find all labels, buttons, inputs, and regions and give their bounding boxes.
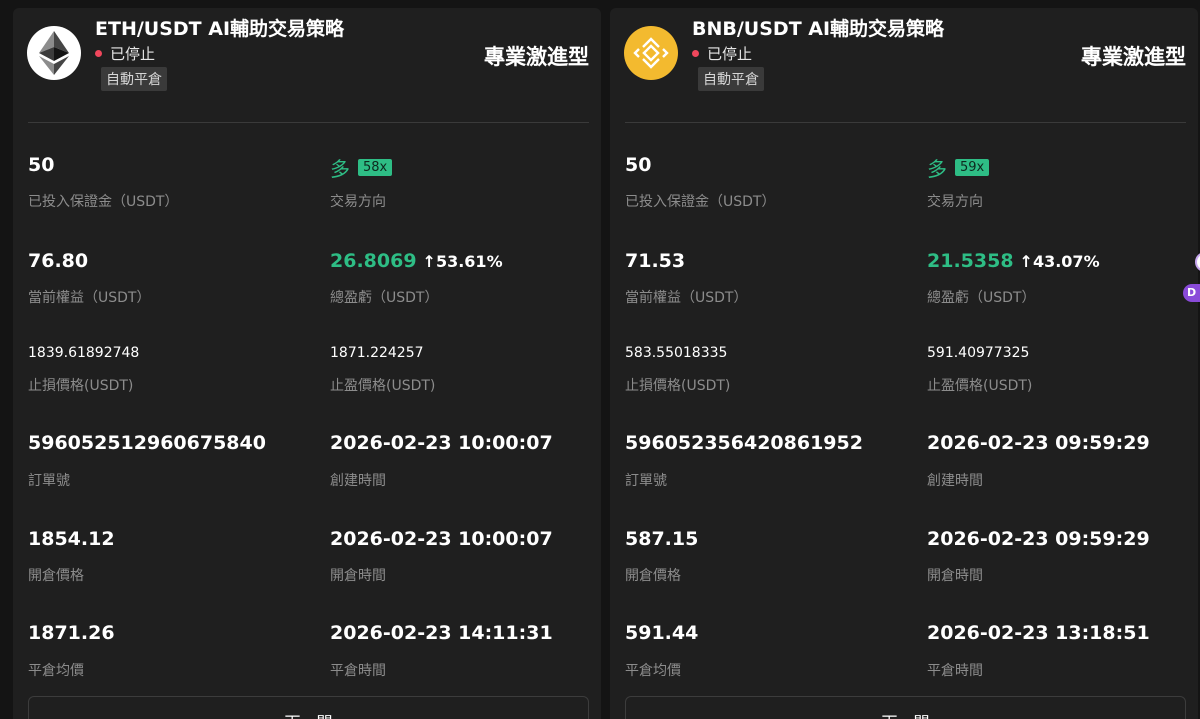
take-profit-label: 止盈價格(USDT) (927, 378, 1033, 394)
open-price-value: 587.15 (625, 528, 699, 550)
strategy-card-bnb[interactable]: BNB/USDT AI輔助交易策略 已停止 自動平倉 專業激進型 50 已投入保… (610, 8, 1198, 719)
take-profit-label: 止盈價格(USDT) (330, 378, 436, 394)
auto-close-tag: 自動平倉 (101, 67, 167, 91)
leverage-badge: 59x (955, 159, 990, 176)
equity-value: 76.80 (28, 250, 89, 272)
created-time-label: 創建時間 (330, 473, 386, 489)
direction-value: 多 (330, 157, 350, 181)
created-time-value: 2026-02-23 10:00:07 (330, 432, 553, 454)
page: ETH/USDT AI輔助交易策略 已停止 自動平倉 專業激進型 50 已投入保… (0, 0, 1200, 719)
direction-value: 多 (927, 157, 947, 181)
open-time-label: 開倉時間 (330, 568, 386, 584)
open-price-value: 1854.12 (28, 528, 115, 550)
status-text: 已停止 (707, 45, 753, 63)
created-time-value: 2026-02-23 09:59:29 (927, 432, 1150, 454)
open-price-label: 開倉價格 (28, 568, 84, 584)
margin-value: 50 (625, 154, 652, 176)
open-next-button[interactable]: 下一開 (625, 696, 1186, 719)
open-time-value: 2026-02-23 09:59:29 (927, 528, 1150, 550)
margin-label: 已投入保證金（USDT） (28, 194, 179, 210)
status-dot-icon (95, 50, 102, 57)
order-number-value: 596052356420861952 (625, 432, 863, 454)
close-price-value: 1871.26 (28, 622, 115, 644)
risk-profile: 專業激進型 (1081, 45, 1186, 69)
pnl-percent: ↑43.07% (1019, 252, 1100, 271)
ethereum-icon (27, 26, 81, 80)
floating-badge[interactable]: D (1183, 284, 1200, 302)
stop-loss-label: 止損價格(USDT) (625, 378, 731, 394)
equity-value: 71.53 (625, 250, 686, 272)
pnl-value: 21.5358 (927, 250, 1014, 272)
close-time-label: 平倉時間 (330, 663, 386, 679)
open-time-value: 2026-02-23 10:00:07 (330, 528, 553, 550)
pnl-value: 26.8069 (330, 250, 417, 272)
pnl-label: 總盈虧（USDT） (330, 290, 439, 306)
direction-label: 交易方向 (927, 194, 983, 210)
margin-value: 50 (28, 154, 55, 176)
leverage-badge: 58x (358, 159, 393, 176)
divider (28, 122, 589, 123)
pnl-label: 總盈虧（USDT） (927, 290, 1036, 306)
close-time-value: 2026-02-23 13:18:51 (927, 622, 1150, 644)
open-price-label: 開倉價格 (625, 568, 681, 584)
close-price-value: 591.44 (625, 622, 699, 644)
stop-loss-label: 止損價格(USDT) (28, 378, 134, 394)
direction-row: 多 58x (330, 153, 393, 182)
status-text: 已停止 (110, 45, 156, 63)
pnl-percent: ↑53.61% (422, 252, 503, 271)
stop-loss-value: 583.55018335 (625, 345, 728, 361)
equity-label: 當前權益（USDT） (625, 290, 748, 306)
strategy-card-eth[interactable]: ETH/USDT AI輔助交易策略 已停止 自動平倉 專業激進型 50 已投入保… (13, 8, 601, 719)
stop-loss-value: 1839.61892748 (28, 345, 140, 361)
direction-label: 交易方向 (330, 194, 386, 210)
order-number-label: 訂單號 (28, 473, 70, 489)
margin-label: 已投入保證金（USDT） (625, 194, 776, 210)
pnl-row: 26.8069 ↑53.61% (330, 250, 503, 272)
auto-close-tag: 自動平倉 (698, 67, 764, 91)
take-profit-value: 1871.224257 (330, 345, 424, 361)
take-profit-value: 591.40977325 (927, 345, 1030, 361)
card-title: BNB/USDT AI輔助交易策略 (692, 18, 945, 40)
pnl-row: 21.5358 ↑43.07% (927, 250, 1100, 272)
status-indicator: 已停止 (95, 43, 155, 64)
order-number-label: 訂單號 (625, 473, 667, 489)
risk-profile: 專業激進型 (484, 45, 589, 69)
divider (625, 122, 1186, 123)
card-title: ETH/USDT AI輔助交易策略 (95, 18, 345, 40)
open-next-button[interactable]: 下一開 (28, 696, 589, 719)
close-time-label: 平倉時間 (927, 663, 983, 679)
created-time-label: 創建時間 (927, 473, 983, 489)
status-dot-icon (692, 50, 699, 57)
direction-row: 多 59x (927, 153, 990, 182)
open-time-label: 開倉時間 (927, 568, 983, 584)
order-number-value: 596052512960675840 (28, 432, 266, 454)
close-time-value: 2026-02-23 14:11:31 (330, 622, 553, 644)
status-indicator: 已停止 (692, 43, 752, 64)
bnb-icon (624, 26, 678, 80)
close-price-label: 平倉均價 (625, 663, 681, 679)
close-price-label: 平倉均價 (28, 663, 84, 679)
equity-label: 當前權益（USDT） (28, 290, 151, 306)
